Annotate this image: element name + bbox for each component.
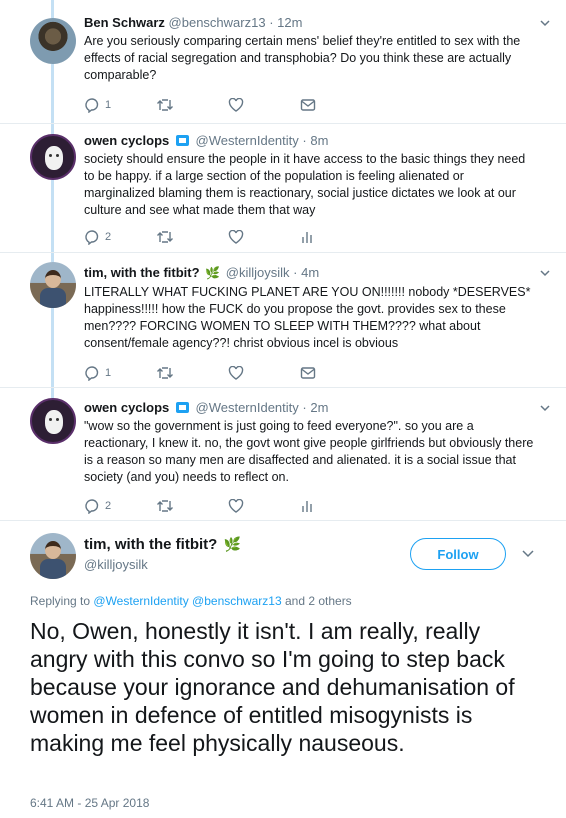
reply-icon [85, 366, 99, 381]
retweet-icon [157, 500, 173, 512]
separator-dot: · [302, 133, 307, 148]
author-handle[interactable]: @WesternIdentity [196, 133, 299, 148]
retweet-icon [157, 367, 173, 379]
reply-button[interactable]: 2 [84, 229, 156, 245]
reply-icon [85, 499, 99, 514]
analytics-button[interactable] [300, 230, 372, 244]
heart-icon [228, 366, 244, 380]
analytics-icon [302, 501, 312, 512]
separator-dot: · [293, 265, 298, 280]
tweet-timestamp[interactable]: 6:41 AM - 25 Apr 2018 [30, 796, 149, 810]
avatar[interactable] [30, 398, 76, 444]
leaf-emoji-icon: 🌿 [205, 266, 221, 280]
reply-button[interactable]: 2 [84, 498, 156, 514]
reply-button[interactable]: 1 [84, 365, 156, 381]
heart-icon [228, 230, 244, 244]
avatar[interactable] [30, 134, 76, 180]
separator-dot: · [269, 15, 274, 30]
author-name[interactable]: Ben Schwarz [84, 15, 165, 30]
tweet-text: LITERALLY WHAT FUCKING PLANET ARE YOU ON… [84, 285, 531, 350]
reply-icon [85, 230, 99, 245]
message-button[interactable] [300, 366, 372, 380]
author-name[interactable]: tim, with the fitbit? [84, 265, 200, 280]
chevron-down-icon[interactable] [522, 548, 534, 558]
heart-icon [228, 499, 244, 513]
tweet-time[interactable]: 8m [310, 133, 328, 148]
retweet-button[interactable] [156, 230, 228, 244]
reply-count: 2 [105, 231, 112, 243]
author-handle[interactable]: @benschwarz13 [169, 15, 266, 30]
leaf-emoji-icon: 🌿 [223, 536, 241, 552]
id-card-icon [175, 135, 189, 146]
retweet-button[interactable] [156, 366, 228, 380]
author-name[interactable]: owen cyclops [84, 133, 169, 148]
main-author-row[interactable]: tim, with the fitbit? 🌿 [84, 536, 243, 553]
tweet-time[interactable]: 4m [301, 265, 319, 280]
retweet-icon [157, 231, 173, 243]
tweet-text: Are you seriously comparing certain mens… [84, 34, 521, 82]
envelope-icon [300, 367, 316, 379]
author-name[interactable]: tim, with the fitbit? [84, 536, 217, 553]
author-name[interactable]: owen cyclops [84, 400, 169, 415]
analytics-icon [302, 232, 312, 243]
reply-button[interactable]: 1 [84, 97, 156, 113]
envelope-icon [300, 99, 316, 111]
tweet-time[interactable]: 2m [310, 400, 328, 415]
chevron-down-icon[interactable] [540, 18, 550, 28]
reply-icon [85, 98, 99, 113]
reply-count: 1 [105, 99, 112, 111]
replying-prefix: Replying to [30, 594, 91, 608]
main-tweet-text: No, Owen, honestly it isn't. I am really… [30, 618, 515, 756]
tweet-4[interactable]: owen cyclops @WesternIdentity · 2m "wow … [0, 389, 566, 521]
replying-to-links[interactable]: @WesternIdentity @benschwarz13 [93, 594, 281, 608]
replying-to: Replying to @WesternIdentity @benschwarz… [30, 594, 352, 608]
avatar[interactable] [30, 533, 76, 579]
heart-icon [228, 98, 244, 112]
tweet-text: "wow so the government is just going to … [84, 419, 534, 484]
tweet-1[interactable]: Ben Schwarz @benschwarz13 · 12m Are you … [0, 0, 566, 124]
retweet-button[interactable] [156, 98, 228, 112]
separator-dot: · [302, 400, 307, 415]
tweet-time[interactable]: 12m [277, 15, 302, 30]
like-button[interactable] [228, 98, 300, 112]
avatar[interactable] [30, 18, 76, 64]
author-handle[interactable]: @killjoysilk [226, 265, 290, 280]
reply-count: 1 [105, 367, 112, 379]
like-button[interactable] [228, 366, 300, 380]
chevron-down-icon[interactable] [540, 268, 550, 278]
id-card-icon [175, 402, 189, 413]
message-button[interactable] [300, 98, 372, 112]
avatar[interactable] [30, 262, 76, 308]
author-handle[interactable]: @WesternIdentity [196, 400, 299, 415]
tweet-text: society should ensure the people in it h… [84, 152, 526, 217]
follow-button[interactable]: Follow [410, 538, 506, 570]
replying-suffix[interactable]: and 2 others [285, 594, 352, 608]
tweet-2[interactable]: owen cyclops @WesternIdentity · 8m socie… [0, 125, 566, 253]
reply-count: 2 [105, 500, 112, 512]
chevron-down-icon[interactable] [540, 403, 550, 413]
retweet-icon [157, 99, 173, 111]
tweet-3[interactable]: tim, with the fitbit? 🌿 @killjoysilk · 4… [0, 254, 566, 388]
like-button[interactable] [228, 230, 300, 244]
like-button[interactable] [228, 499, 300, 513]
retweet-button[interactable] [156, 499, 228, 513]
analytics-button[interactable] [300, 499, 372, 513]
author-handle[interactable]: @killjoysilk [84, 557, 148, 572]
